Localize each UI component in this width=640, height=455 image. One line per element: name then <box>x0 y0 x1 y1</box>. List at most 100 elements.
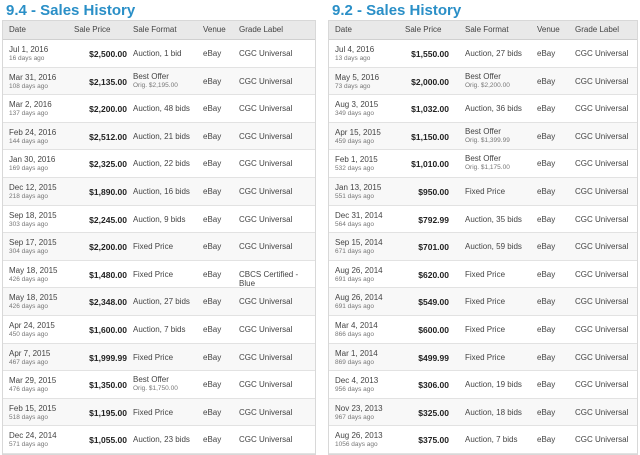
table-row[interactable]: Jan 30, 2016 169 days ago $2,325.00 Auction… <box>3 150 315 178</box>
table-row[interactable]: Dec 12, 2015 218 days ago $1,890.00 Auction… <box>3 177 315 206</box>
table-row[interactable]: Jul 4, 2016 13 days ago $1,550.00 Auction, … <box>329 40 637 68</box>
grade-label: CGC Universal <box>575 159 629 169</box>
table-row[interactable]: Feb 24, 2016 144 days ago $2,512.00 Auction… <box>3 122 315 151</box>
header-format[interactable]: Sale Format <box>465 25 509 34</box>
venue-link[interactable]: eBay <box>537 77 555 86</box>
sale-price: $2,135.00 <box>89 76 127 87</box>
venue-link[interactable]: eBay <box>537 353 555 362</box>
table-row[interactable]: Aug 26, 2014 691 days ago $549.00 Fixed Pri… <box>329 288 637 316</box>
table-row[interactable]: Sep 15, 2014 671 days ago $701.00 Auction, … <box>329 233 637 261</box>
venue-link[interactable]: eBay <box>537 49 555 58</box>
table-row[interactable]: May 18, 2015 426 days ago $1,480.00 Fixed P… <box>3 260 315 289</box>
table-row[interactable]: Feb 15, 2015 518 days ago $1,195.00 Fixed P… <box>3 398 315 427</box>
sale-format: Best Offer <box>133 375 169 385</box>
original-price: Orig. $1,175.00 <box>465 164 510 172</box>
sale-price: $1,350.00 <box>89 380 127 391</box>
header-date[interactable]: Date <box>335 25 352 34</box>
venue-link[interactable]: eBay <box>537 270 555 279</box>
table-row[interactable]: Apr 24, 2015 450 days ago $1,600.00 Auction… <box>3 315 315 344</box>
grade-label: CGC Universal <box>575 186 629 196</box>
sale-price: $1,480.00 <box>89 269 127 280</box>
venue-link[interactable]: eBay <box>537 159 555 168</box>
header-date[interactable]: Date <box>9 25 26 34</box>
table-row[interactable]: Aug 26, 2013 1056 days ago $375.00 Auction,… <box>329 426 637 454</box>
table-row[interactable]: Nov 23, 2013 967 days ago $325.00 Auction, … <box>329 398 637 427</box>
table-row[interactable]: Jan 13, 2015 551 days ago $950.00 Fixed Pri… <box>329 177 637 206</box>
venue-link[interactable]: eBay <box>537 187 555 196</box>
venue-link[interactable]: eBay <box>203 159 221 168</box>
venue-link[interactable]: eBay <box>203 408 221 417</box>
sale-price: $1,010.00 <box>411 159 449 170</box>
venue-link[interactable]: eBay <box>203 380 221 389</box>
sale-price: $2,245.00 <box>89 214 127 225</box>
sale-price: $620.00 <box>418 269 449 280</box>
venue-link[interactable]: eBay <box>537 104 555 113</box>
sale-format: Auction, 19 bids <box>465 380 522 390</box>
grade-label: CGC Universal <box>575 407 629 417</box>
venue-link[interactable]: eBay <box>203 215 221 224</box>
header-grade[interactable]: Grade Label <box>239 25 283 34</box>
table-row[interactable]: Aug 3, 2015 349 days ago $1,032.00 Auction,… <box>329 95 637 123</box>
venue-link[interactable]: eBay <box>203 77 221 86</box>
table-row[interactable]: Mar 29, 2015 476 days ago $1,350.00 Best Of… <box>3 371 315 399</box>
table-row[interactable]: Mar 31, 2016 108 days ago $2,135.00 Best Of… <box>3 67 315 96</box>
table-row[interactable]: Aug 26, 2014 691 days ago $620.00 Fixed Pri… <box>329 260 637 289</box>
sale-format: Fixed Price <box>465 297 506 307</box>
venue-link[interactable]: eBay <box>537 132 555 141</box>
venue-link[interactable]: eBay <box>203 49 221 58</box>
sale-format: Fixed Price <box>465 324 506 334</box>
venue-link[interactable]: eBay <box>537 408 555 417</box>
venue-link[interactable]: eBay <box>537 435 555 444</box>
venue-link[interactable]: eBay <box>537 242 555 251</box>
sale-format: Auction, 7 bids <box>133 324 186 334</box>
table-row[interactable]: May 18, 2015 426 days ago $2,348.00 Auction… <box>3 288 315 316</box>
table-row[interactable]: Mar 1, 2014 869 days ago $499.99 Fixed Pric… <box>329 343 637 372</box>
grade-label: CGC Universal <box>239 76 293 86</box>
table-row[interactable]: Dec 24, 2014 571 days ago $1,055.00 Auction… <box>3 426 315 454</box>
venue-link[interactable]: eBay <box>537 325 555 334</box>
sale-price: $792.99 <box>418 214 449 225</box>
header-grade[interactable]: Grade Label <box>575 25 619 34</box>
sale-format: Fixed Price <box>133 352 174 362</box>
table-row[interactable]: Apr 7, 2015 467 days ago $1,999.99 Fixed Pr… <box>3 343 315 372</box>
venue-link[interactable]: eBay <box>203 297 221 306</box>
grade-label: CGC Universal <box>575 435 629 445</box>
table-row[interactable]: May 5, 2016 73 days ago $2,000.00 Best Offe… <box>329 67 637 96</box>
table-row[interactable]: Apr 15, 2015 459 days ago $1,150.00 Best Of… <box>329 122 637 151</box>
header-venue[interactable]: Venue <box>203 25 226 34</box>
sale-format: Auction, 59 bids <box>465 242 522 252</box>
table-row[interactable]: Sep 17, 2015 304 days ago $2,200.00 Fixed P… <box>3 233 315 261</box>
grade-label: CGC Universal <box>575 269 629 279</box>
table-body: Jul 4, 2016 13 days ago $1,550.00 Auction, … <box>329 40 637 454</box>
header-price[interactable]: Sale Price <box>74 25 110 34</box>
table-row[interactable]: Dec 4, 2013 956 days ago $306.00 Auction, 1… <box>329 371 637 399</box>
table-row[interactable]: Feb 1, 2015 532 days ago $1,010.00 Best Off… <box>329 150 637 178</box>
venue-link[interactable]: eBay <box>537 215 555 224</box>
venue-link[interactable]: eBay <box>203 270 221 279</box>
header-price[interactable]: Sale Price <box>405 25 441 34</box>
venue-link[interactable]: eBay <box>203 104 221 113</box>
venue-link[interactable]: eBay <box>203 242 221 251</box>
venue-link[interactable]: eBay <box>203 435 221 444</box>
panel-title: 9.4 - Sales History <box>6 2 136 19</box>
table-row[interactable]: Jul 1, 2016 16 days ago $2,500.00 Auction, … <box>3 40 315 68</box>
header-venue[interactable]: Venue <box>537 25 560 34</box>
venue-link[interactable]: eBay <box>537 380 555 389</box>
sale-price: $1,195.00 <box>89 407 127 418</box>
table-header: Date Sale Price Sale Format Venue Grade … <box>3 21 315 40</box>
venue-link[interactable]: eBay <box>203 132 221 141</box>
sale-price: $549.00 <box>418 297 449 308</box>
table-row[interactable]: Sep 18, 2015 303 days ago $2,245.00 Auction… <box>3 205 315 234</box>
header-format[interactable]: Sale Format <box>133 25 177 34</box>
venue-link[interactable]: eBay <box>537 297 555 306</box>
venue-link[interactable]: eBay <box>203 325 221 334</box>
sale-format: Auction, 23 bids <box>133 435 190 445</box>
grade-label: CGC Universal <box>239 186 293 196</box>
table-row[interactable]: Dec 31, 2014 564 days ago $792.99 Auction, … <box>329 205 637 234</box>
venue-link[interactable]: eBay <box>203 187 221 196</box>
table-row[interactable]: Mar 2, 2016 137 days ago $2,200.00 Auction,… <box>3 95 315 123</box>
sale-price: $2,512.00 <box>89 131 127 142</box>
table-row[interactable]: Mar 4, 2014 866 days ago $600.00 Fixed Pric… <box>329 315 637 344</box>
venue-link[interactable]: eBay <box>203 353 221 362</box>
sale-format: Auction, 9 bids <box>133 214 186 224</box>
